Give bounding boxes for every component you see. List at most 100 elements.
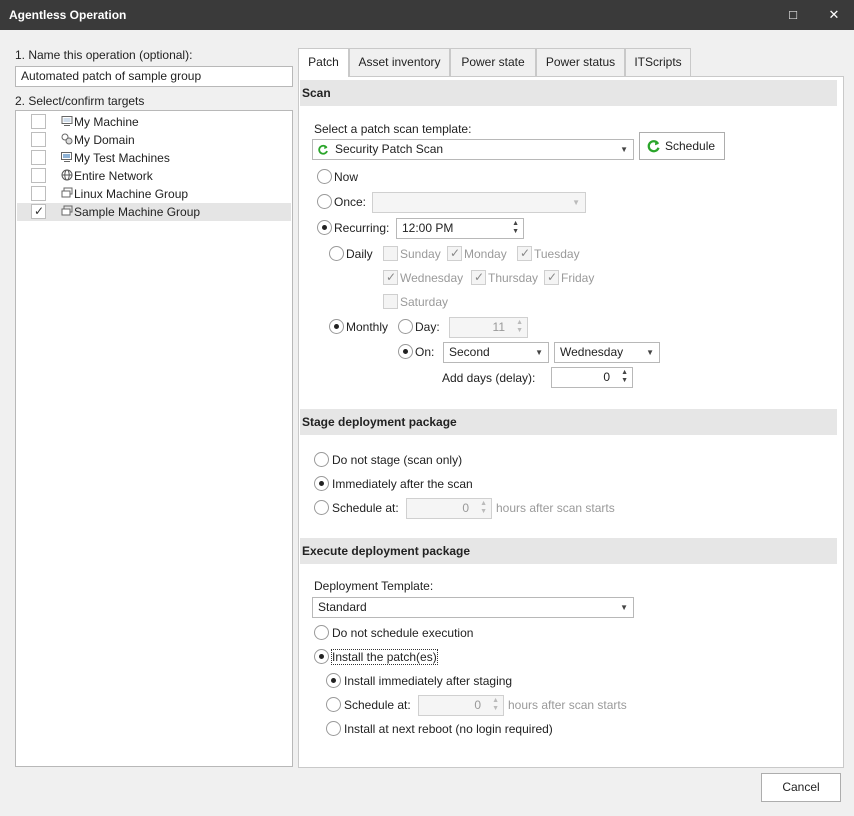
recurring-time-value: 12:00 PM — [402, 221, 454, 235]
stage-immediately-label: Immediately after the scan — [332, 477, 473, 491]
sunday-label: Sunday — [400, 247, 441, 261]
do-not-stage-label: Do not stage (scan only) — [332, 453, 463, 467]
stage-immediately-radio[interactable] — [314, 476, 329, 491]
monday-label: Monday — [464, 247, 507, 261]
install-hours-input[interactable]: 0 ▲ ▼ — [418, 695, 504, 716]
friday-label: Friday — [561, 271, 595, 285]
day-number-input[interactable]: 11 ▲ ▼ — [449, 317, 528, 338]
stage-hours-input[interactable]: 0 ▲ ▼ — [406, 498, 492, 519]
once-label: Once: — [334, 195, 367, 209]
tree-checkbox[interactable] — [31, 186, 46, 201]
scan-template-select[interactable]: Security Patch Scan ▼ — [312, 139, 634, 160]
monday-checkbox[interactable] — [447, 246, 462, 261]
chevron-down-icon: ▼ — [620, 145, 628, 154]
tree-checkbox[interactable] — [31, 204, 46, 219]
tree-item-linux-machine-group[interactable]: Linux Machine Group — [17, 185, 291, 203]
targets-label: 2. Select/confirm targets — [15, 94, 145, 108]
domain-icon — [61, 133, 73, 145]
thursday-checkbox[interactable] — [471, 270, 486, 285]
chevron-down-icon: ▼ — [535, 348, 543, 357]
spinner-icon: ▲ ▼ — [516, 319, 523, 334]
maximize-button[interactable]: □ — [773, 0, 813, 30]
deployment-template-select[interactable]: Standard ▼ — [312, 597, 634, 618]
patch-panel: Scan Select a patch scan template: Secur… — [298, 76, 844, 768]
on-radio[interactable] — [398, 344, 413, 359]
tab-itscripts[interactable]: ITScripts — [625, 48, 691, 76]
monthly-label: Monthly — [346, 320, 389, 334]
tree-checkbox[interactable] — [31, 132, 46, 147]
sunday-checkbox[interactable] — [383, 246, 398, 261]
do-not-schedule-radio[interactable] — [314, 625, 329, 640]
install-next-reboot-radio[interactable] — [326, 721, 341, 736]
close-button[interactable]: ✕ — [814, 0, 854, 30]
day-label: Day: — [415, 320, 440, 334]
tab-power-state[interactable]: Power state — [450, 48, 536, 76]
chevron-down-icon: ▼ — [572, 198, 580, 207]
title-bar: Agentless Operation □ ✕ — [0, 0, 854, 30]
tab-power-status[interactable]: Power status — [536, 48, 625, 76]
once-radio[interactable] — [317, 194, 332, 209]
tree-checkbox[interactable] — [31, 168, 46, 183]
saturday-checkbox[interactable] — [383, 294, 398, 309]
daily-label: Daily — [346, 247, 373, 261]
install-patches-radio[interactable] — [314, 649, 329, 664]
wednesday-checkbox[interactable] — [383, 270, 398, 285]
tree-checkbox[interactable] — [31, 150, 46, 165]
day-number-value: 11 — [492, 320, 505, 334]
chevron-down-icon: ▼ — [620, 603, 628, 612]
tab-asset-inventory[interactable]: Asset inventory — [349, 48, 450, 76]
daily-radio[interactable] — [329, 246, 344, 261]
install-schedule-radio[interactable] — [326, 697, 341, 712]
machine-group-icon — [61, 205, 73, 216]
saturday-label: Saturday — [400, 295, 449, 309]
tuesday-label: Tuesday — [534, 247, 580, 261]
now-radio[interactable] — [317, 169, 332, 184]
on-label: On: — [415, 345, 435, 359]
thursday-label: Thursday — [488, 271, 539, 285]
tree-checkbox[interactable] — [31, 114, 46, 129]
target-tree[interactable]: My Machine My Domain My Test Machines En… — [15, 110, 293, 767]
tree-item-sample-machine-group[interactable]: Sample Machine Group — [17, 203, 291, 221]
schedule-button[interactable]: Schedule — [639, 132, 725, 160]
scan-refresh-icon — [647, 140, 660, 153]
install-immediately-radio[interactable] — [326, 673, 341, 688]
spinner-icon: ▲ ▼ — [621, 369, 628, 384]
tree-item-label: My Domain — [74, 133, 135, 147]
tree-item-entire-network[interactable]: Entire Network — [17, 167, 291, 185]
install-hours-after-label: hours after scan starts — [508, 698, 627, 712]
tuesday-checkbox[interactable] — [517, 246, 532, 261]
cancel-button[interactable]: Cancel — [761, 773, 841, 802]
stage-hours-value: 0 — [462, 501, 469, 515]
tree-item-label: My Machine — [74, 115, 139, 129]
operation-name-input[interactable]: Automated patch of sample group — [15, 66, 293, 87]
recurring-time-input[interactable]: 12:00 PM ▲ ▼ — [396, 218, 524, 239]
tree-item-my-machine[interactable]: My Machine — [17, 113, 291, 131]
stage-section-header: Stage deployment package — [300, 409, 837, 435]
spinner-icon: ▲ ▼ — [512, 220, 519, 235]
tree-item-my-domain[interactable]: My Domain — [17, 131, 291, 149]
tree-item-label: My Test Machines — [74, 151, 170, 165]
now-label: Now — [334, 170, 359, 184]
add-days-input[interactable]: 0 ▲ ▼ — [551, 367, 633, 388]
friday-checkbox[interactable] — [544, 270, 559, 285]
name-label: 1. Name this operation (optional): — [15, 48, 193, 62]
monthly-radio[interactable] — [329, 319, 344, 334]
spinner-icon: ▲ ▼ — [480, 500, 487, 515]
tree-item-my-test-machines[interactable]: My Test Machines — [17, 149, 291, 167]
install-next-reboot-label: Install at next reboot (no login require… — [344, 722, 553, 736]
on-weekday-select[interactable]: Wednesday ▼ — [554, 342, 660, 363]
install-schedule-label: Schedule at: — [344, 698, 411, 712]
do-not-schedule-label: Do not schedule execution — [332, 626, 474, 640]
stage-schedule-radio[interactable] — [314, 500, 329, 515]
add-days-value: 0 — [603, 370, 610, 384]
tab-patch[interactable]: Patch — [298, 48, 349, 77]
do-not-stage-radio[interactable] — [314, 452, 329, 467]
chevron-down-icon: ▼ — [646, 348, 654, 357]
on-ordinal-select[interactable]: Second ▼ — [443, 342, 549, 363]
tree-item-label: Sample Machine Group — [74, 205, 201, 219]
once-datetime-picker[interactable]: ▼ — [372, 192, 586, 213]
day-radio[interactable] — [398, 319, 413, 334]
recurring-radio[interactable] — [317, 220, 332, 235]
schedule-button-label: Schedule — [665, 139, 716, 153]
install-immediately-label: Install immediately after staging — [344, 674, 513, 688]
